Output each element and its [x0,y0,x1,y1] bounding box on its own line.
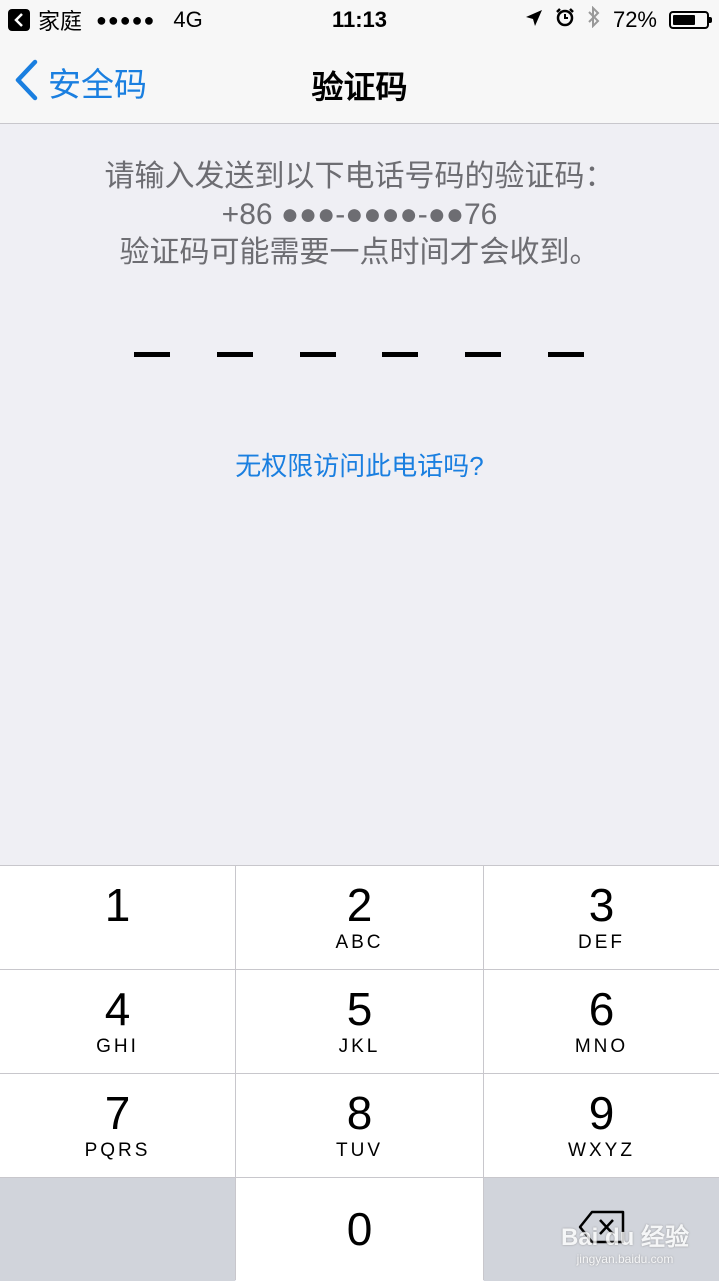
key-digit: 5 [346,983,373,1035]
masked-phone-number: +86 ●●●-●●●●-●●76 [221,198,498,231]
key-blank [0,1178,235,1281]
key-4[interactable]: 4 GHI [0,970,235,1073]
code-digit-slot [299,352,336,357]
key-2[interactable]: 2 ABC [236,866,483,969]
code-digit-slot [134,352,170,357]
navigation-bar: 安全码 验证码 [0,40,719,124]
status-bar: 家庭 ●●●●● 4G 11:13 72% [0,0,719,40]
key-3[interactable]: 3 DEF [484,866,719,969]
page-title: 验证码 [311,69,408,105]
key-6[interactable]: 6 MNO [484,970,719,1073]
key-digit: 1 [104,879,131,931]
key-1[interactable]: 1 [0,866,235,969]
key-8[interactable]: 8 TUV [236,1074,483,1177]
battery-icon [669,11,712,29]
watermark-brand: Bai du 经验 [560,1224,689,1251]
baidu-watermark: Bai du 经验 jingyan.baidu.com [561,1217,689,1266]
key-digit: 2 [346,879,373,931]
key-digit: 9 [588,1087,615,1139]
battery-percentage: 72% [612,7,657,32]
battery-level-fill [673,15,695,25]
code-input[interactable] [134,352,584,357]
key-letters: TUV [336,1140,383,1161]
key-letters: GHI [96,1036,139,1057]
key-letters: WXYZ [568,1140,635,1161]
key-digit: 0 [346,1203,373,1255]
code-digit-slot [382,352,419,357]
status-right: 72% [513,5,712,34]
key-0[interactable]: 0 [236,1178,483,1281]
verification-prompt: 请输入发送到以下电话号码的验证码： +86 ●●●-●●●●-●●76 验证码可… [0,158,719,272]
key-letters: ABC [335,932,384,953]
key-digit: 3 [588,879,615,931]
key-letters: DEF [578,932,625,953]
code-digit-slot [465,352,502,357]
code-digit-slot [547,352,584,357]
key-digit: 7 [104,1087,131,1139]
code-digit-slot [216,352,253,357]
bluetooth-icon [587,5,601,34]
key-digit: 8 [346,1087,373,1139]
location-icon [525,7,543,33]
key-7[interactable]: 7 PQRS [0,1074,235,1177]
prompt-instruction: 请输入发送到以下电话号码的验证码： [104,160,615,193]
alarm-icon [555,7,575,33]
key-digit: 4 [104,983,131,1035]
prompt-delay-note: 验证码可能需要一点时间才会收到。 [119,236,600,269]
key-5[interactable]: 5 JKL [236,970,483,1073]
key-digit: 6 [588,983,615,1035]
key-letters: PQRS [84,1140,151,1161]
no-phone-access-link[interactable]: 无权限访问此电话吗? [0,446,719,483]
key-letters: MNO [574,1036,629,1057]
key-9[interactable]: 9 WXYZ [484,1074,719,1177]
watermark-url: jingyan.baidu.com [576,1252,674,1266]
key-letters: JKL [338,1036,381,1057]
